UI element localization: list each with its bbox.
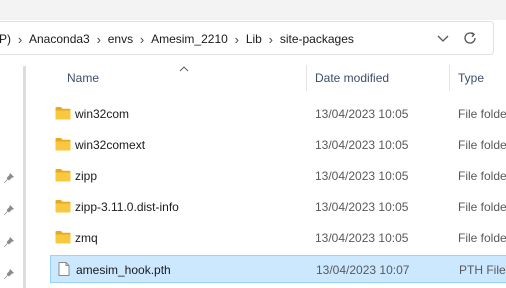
file-type: PTH File xyxy=(459,263,506,277)
file-row-amesim-hook[interactable]: amesim_hook.pth 13/04/2023 10:07 PTH Fil… xyxy=(50,255,506,283)
file-row-win32comext[interactable]: win32comext 13/04/2023 10:05 File folder xyxy=(50,131,506,159)
breadcrumb-item-site-packages[interactable]: site-packages xyxy=(280,32,354,46)
column-divider[interactable] xyxy=(449,65,450,91)
file-row-zipp[interactable]: zipp 13/04/2023 10:05 File folder xyxy=(50,162,506,190)
refresh-icon[interactable] xyxy=(462,30,478,46)
breadcrumb-item-amesim[interactable]: Amesim_2210 xyxy=(151,32,228,46)
breadcrumb-separator-icon[interactable]: › xyxy=(262,32,280,47)
breadcrumb-separator-icon[interactable]: › xyxy=(133,32,151,47)
breadcrumb-item-lib[interactable]: Lib xyxy=(246,32,262,46)
file-list: Name Date modified Type win32com 13/04/2… xyxy=(36,60,506,288)
navigation-pane-scrollbar[interactable] xyxy=(23,66,26,288)
address-bar[interactable]: P) › Anaconda3 › envs › Amesim_2210 › Li… xyxy=(0,21,494,55)
file-name: zipp-3.11.0.dist-info xyxy=(75,200,179,214)
breadcrumb-item-envs[interactable]: envs xyxy=(108,32,133,46)
breadcrumb-separator-icon[interactable]: › xyxy=(11,32,29,47)
file-name: zmq xyxy=(75,231,98,245)
pin-icon[interactable] xyxy=(3,268,15,280)
column-divider[interactable] xyxy=(306,65,307,91)
folder-icon xyxy=(55,231,71,244)
file-row-zmq[interactable]: zmq 13/04/2023 10:05 File folder xyxy=(50,224,506,252)
sort-ascending-icon xyxy=(179,66,189,72)
folder-icon xyxy=(55,138,71,151)
folder-icon xyxy=(55,107,71,120)
file-type: File folder xyxy=(458,138,506,152)
column-header-row: Name Date modified Type xyxy=(36,60,506,96)
file-type: File folder xyxy=(458,107,506,121)
file-date-modified: 13/04/2023 10:05 xyxy=(315,107,409,121)
navigation-pane xyxy=(0,64,22,288)
pin-icon[interactable] xyxy=(3,204,15,216)
chevron-down-icon[interactable] xyxy=(435,30,451,46)
file-icon xyxy=(58,262,70,276)
file-type: File folder xyxy=(458,231,506,245)
breadcrumb-separator-icon[interactable]: › xyxy=(228,32,246,47)
breadcrumb-item-anaconda3[interactable]: Anaconda3 xyxy=(29,32,90,46)
breadcrumb-separator-icon[interactable]: › xyxy=(90,32,108,47)
column-header-date-modified[interactable]: Date modified xyxy=(315,71,389,85)
file-name: win32comext xyxy=(75,138,146,152)
file-name: zipp xyxy=(75,169,98,183)
breadcrumb: P) › Anaconda3 › envs › Amesim_2210 › Li… xyxy=(0,31,354,47)
folder-icon xyxy=(55,200,71,213)
file-type: File folder xyxy=(458,169,506,183)
title-strip xyxy=(0,0,506,20)
file-date-modified: 13/04/2023 10:05 xyxy=(315,138,409,152)
column-header-type[interactable]: Type xyxy=(458,71,484,85)
file-row-win32com[interactable]: win32com 13/04/2023 10:05 File folder xyxy=(50,100,506,128)
folder-icon xyxy=(55,169,71,182)
file-type: File folder xyxy=(458,200,506,214)
file-date-modified: 13/04/2023 10:05 xyxy=(315,169,409,183)
file-row-zipp-dist-info[interactable]: zipp-3.11.0.dist-info 13/04/2023 10:05 F… xyxy=(50,193,506,221)
file-name: amesim_hook.pth xyxy=(76,263,171,277)
file-date-modified: 13/04/2023 10:05 xyxy=(315,200,409,214)
file-name: win32com xyxy=(75,107,130,121)
pin-icon[interactable] xyxy=(3,236,15,248)
pin-icon[interactable] xyxy=(3,172,15,184)
breadcrumb-item-drive[interactable]: P) xyxy=(0,32,11,46)
file-date-modified: 13/04/2023 10:07 xyxy=(316,263,410,277)
file-date-modified: 13/04/2023 10:05 xyxy=(315,231,409,245)
column-header-name[interactable]: Name xyxy=(67,71,99,85)
